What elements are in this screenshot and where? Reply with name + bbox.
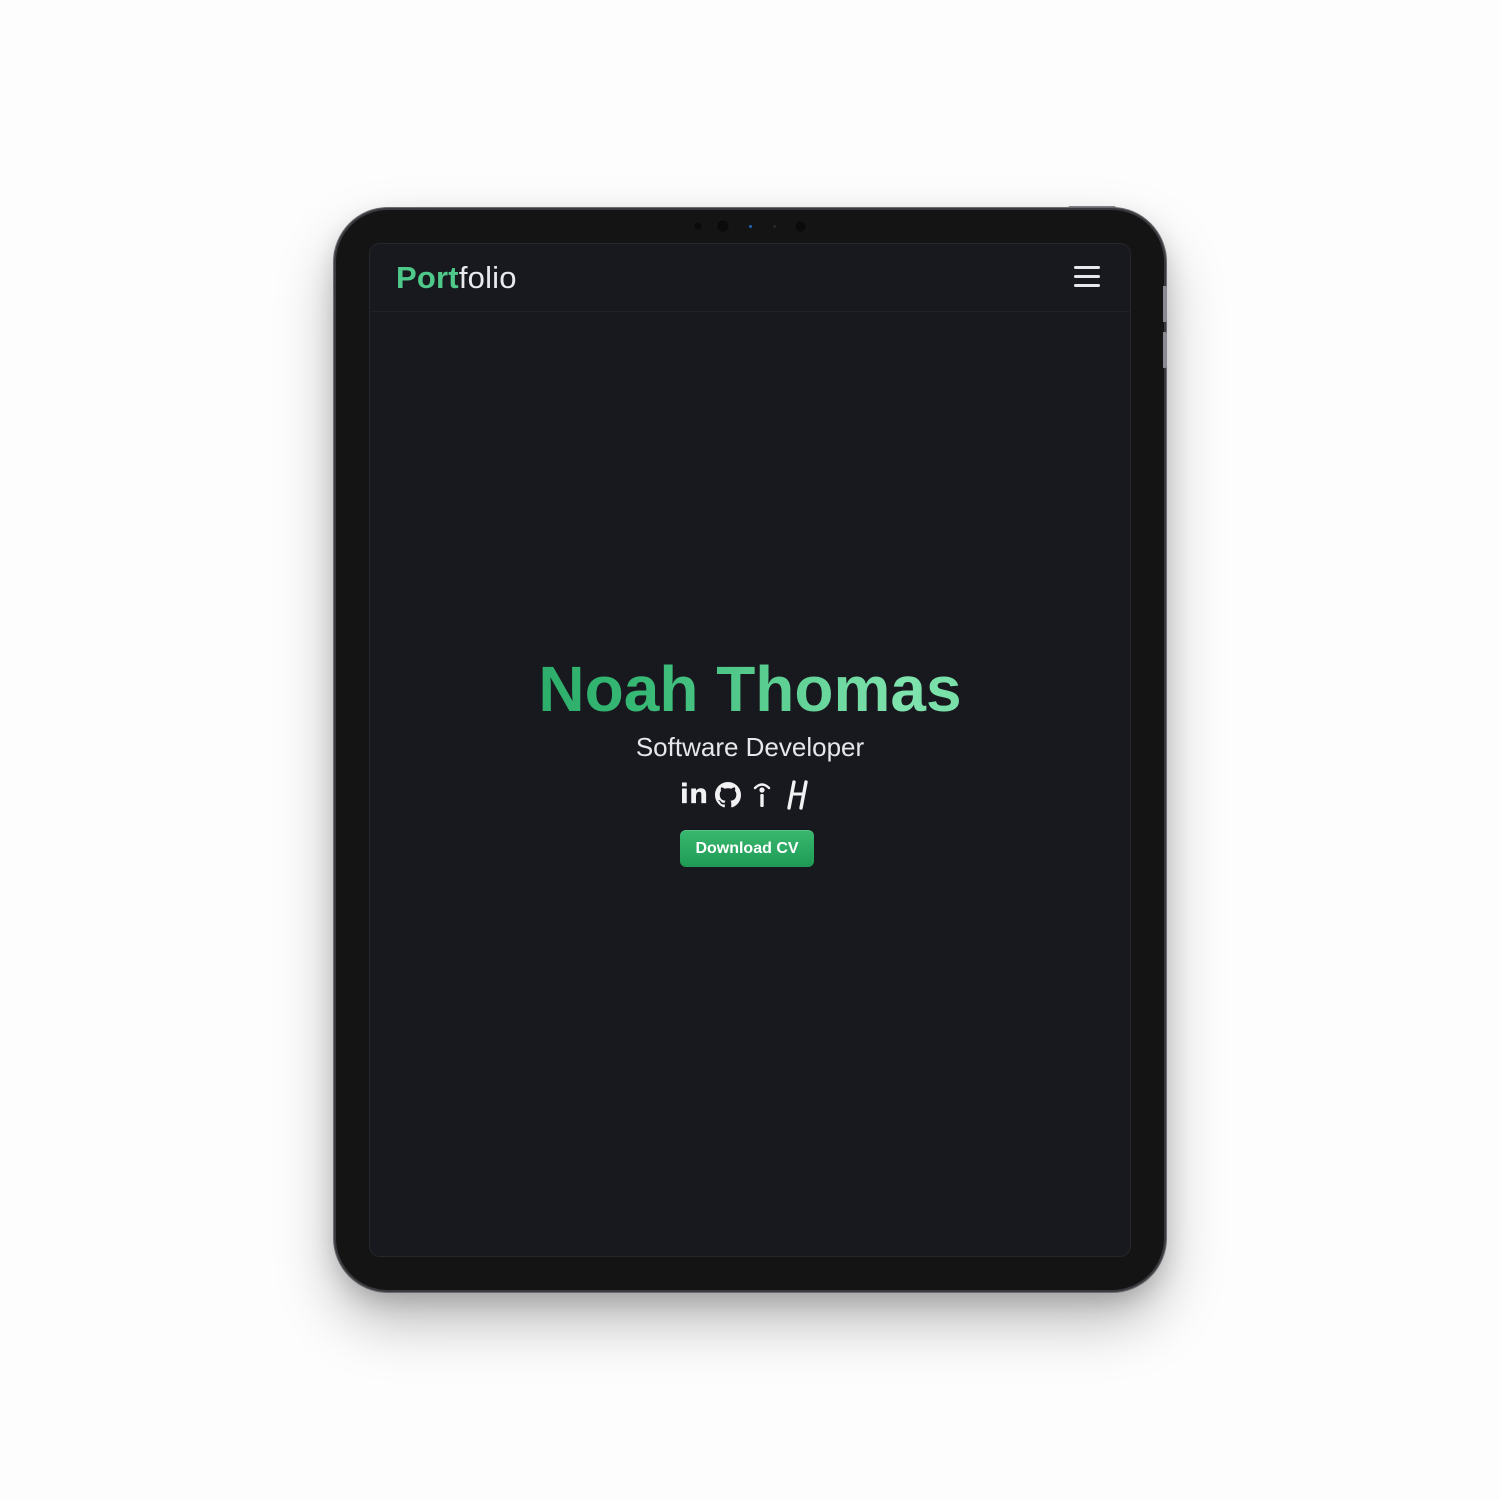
camera-sensor-2 [773,225,776,228]
hashnode-icon[interactable] [786,778,810,812]
linkedin-icon[interactable]: in [678,778,710,812]
camera-lens [716,219,730,233]
front-camera-array [690,218,820,234]
tablet-screen: Portfolio Noah Thomas Software Developer… [370,244,1130,1256]
device-volume-up-button [1163,286,1167,322]
hamburger-menu-icon[interactable] [1070,262,1104,292]
brand-accent-text: Port [396,260,459,295]
download-cv-button[interactable]: Download CV [680,830,814,867]
github-icon[interactable] [714,778,742,812]
camera-indicator [749,225,752,228]
brand-rest-text: folio [458,260,517,295]
camera-sensor-3 [794,220,807,233]
hero-name: Noah Thomas [370,654,1130,724]
device-volume-down-button [1163,332,1167,368]
brand-logo[interactable]: Portfolio [396,260,517,296]
social-links: in [678,778,822,812]
navbar: Portfolio [370,244,1130,312]
linkedin-icon-text: in [679,779,709,810]
hero-role: Software Developer [635,732,865,762]
camera-sensor-1 [693,221,703,231]
info-icon[interactable] [750,778,774,812]
